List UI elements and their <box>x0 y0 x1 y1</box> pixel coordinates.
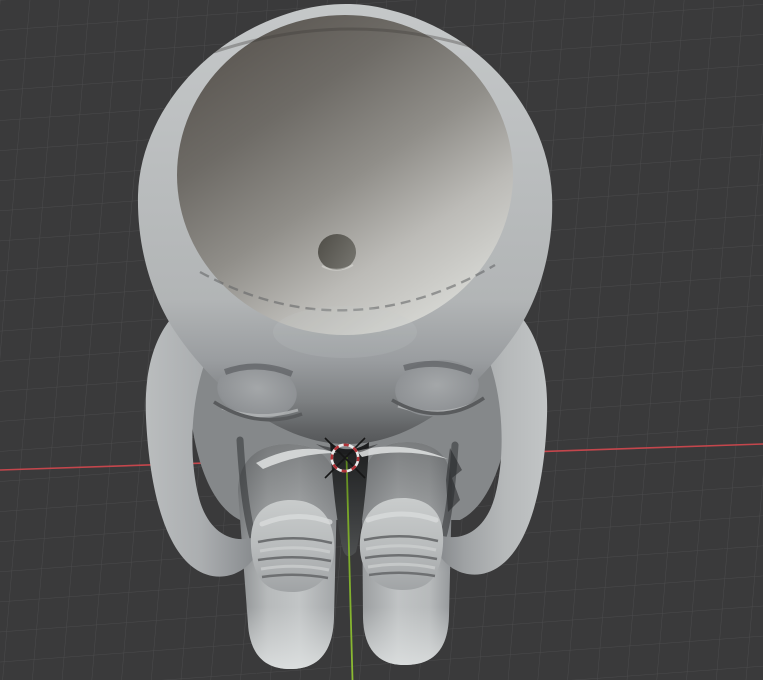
model-bowl-interior <box>177 15 513 335</box>
viewport-3d[interactable] <box>0 0 763 680</box>
model-face-sheen <box>273 306 417 358</box>
model-drainage-hole <box>318 234 356 270</box>
model-left-hand <box>250 499 335 592</box>
viewport-canvas[interactable] <box>0 0 763 680</box>
3d-cursor[interactable] <box>324 437 366 479</box>
